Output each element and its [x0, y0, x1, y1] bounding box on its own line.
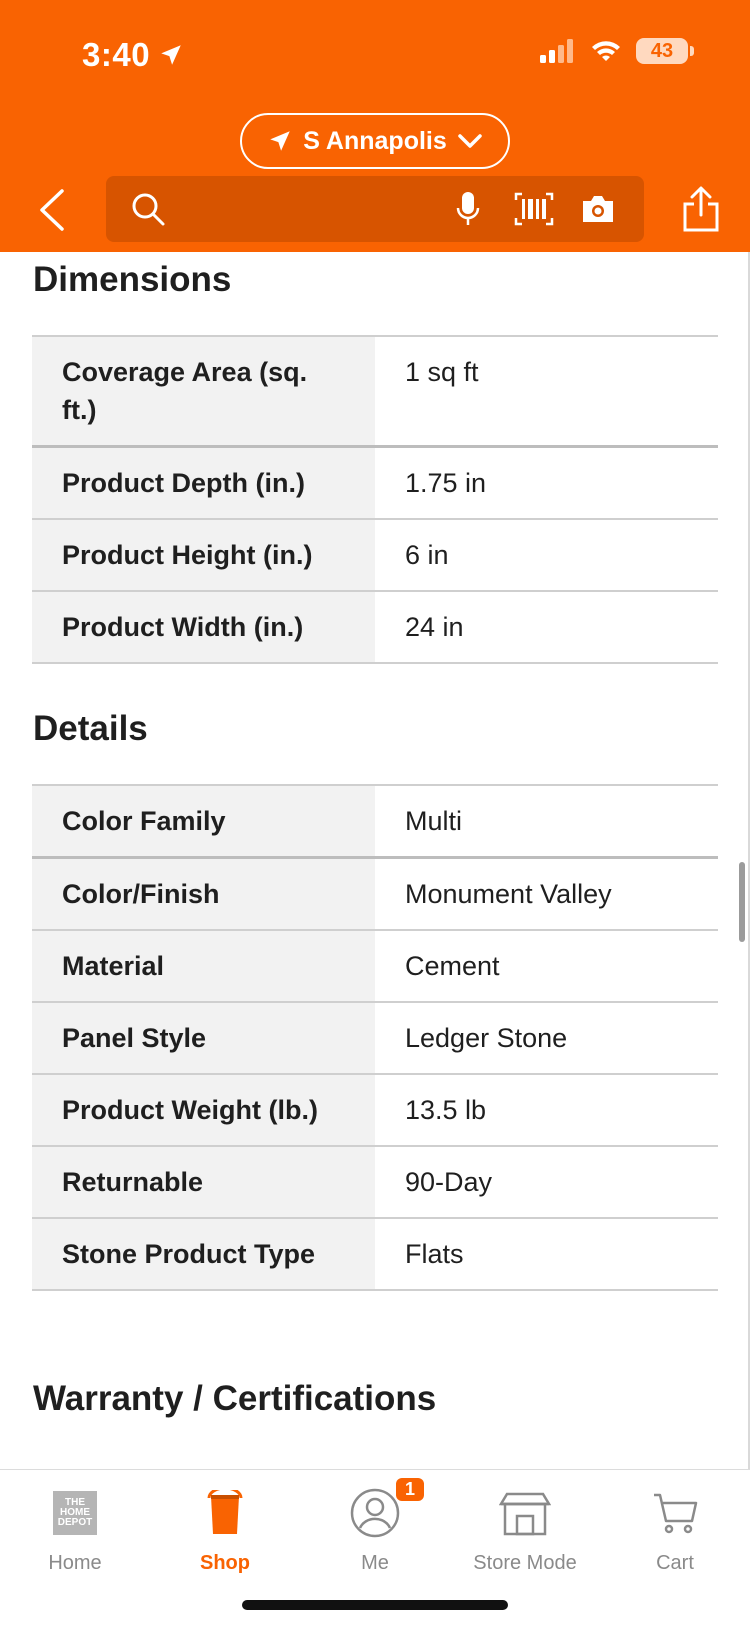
location-arrow-icon: [161, 45, 181, 65]
battery-indicator: 43: [636, 38, 694, 64]
table-row: Color/Finish Monument Valley: [32, 859, 718, 931]
share-button[interactable]: [682, 186, 720, 237]
spec-label: Coverage Area (sq. ft.): [32, 337, 375, 445]
user-icon: 1: [350, 1478, 424, 1542]
section-title-warranty: Warranty / Certifications: [33, 1379, 437, 1418]
spec-value: 90-Day: [405, 1167, 493, 1197]
spec-value: Monument Valley: [405, 879, 612, 909]
spec-value: 6 in: [405, 540, 449, 570]
back-button[interactable]: [30, 185, 74, 235]
signal-icon: [540, 39, 573, 63]
nav-item-cart[interactable]: Cart: [600, 1484, 750, 1575]
spec-label: Product Depth (in.): [32, 448, 375, 518]
cart-icon: [652, 1484, 698, 1542]
details-table: Color Family Multi Color/Finish Monument…: [32, 784, 718, 1291]
nav-item-store-mode[interactable]: Store Mode: [450, 1484, 600, 1575]
chevron-left-icon: [40, 189, 64, 231]
search-input[interactable]: [176, 186, 536, 232]
spec-value: Multi: [405, 806, 463, 836]
table-row: Material Cement: [32, 931, 718, 1003]
home-indicator[interactable]: [242, 1600, 508, 1610]
specifications-panel[interactable]: Dimensions Coverage Area (sq. ft.) 1 sq …: [0, 252, 750, 1469]
section-title-details: Details: [33, 709, 148, 748]
table-row: Product Depth (in.) 1.75 in: [32, 448, 718, 520]
spec-label: Color/Finish: [32, 859, 375, 929]
spec-label: Color Family: [32, 786, 375, 856]
spec-value: Cement: [405, 951, 500, 981]
spec-label: Stone Product Type: [32, 1219, 375, 1289]
nav-label-shop: Shop: [200, 1552, 250, 1574]
table-row: Color Family Multi: [32, 786, 718, 859]
spec-label: Returnable: [32, 1147, 375, 1217]
table-row: Returnable 90-Day: [32, 1147, 718, 1219]
microphone-icon[interactable]: [456, 191, 480, 227]
chevron-down-icon: [458, 134, 482, 148]
spec-label: Product Weight (lb.): [32, 1075, 375, 1145]
search-bar[interactable]: [106, 176, 644, 242]
status-time: 3:40: [82, 36, 184, 74]
app-header: 3:40 43 S Annapolis: [0, 0, 750, 252]
table-row: Product Height (in.) 6 in: [32, 520, 718, 592]
status-indicators: 43: [540, 38, 694, 64]
home-depot-logo-icon: THE HOME DEPOT: [53, 1484, 97, 1542]
barcode-scanner-icon[interactable]: [514, 192, 554, 226]
nav-label-cart: Cart: [656, 1552, 694, 1574]
spec-label: Product Height (in.): [32, 520, 375, 590]
search-icon: [132, 193, 165, 226]
camera-icon[interactable]: [580, 194, 616, 224]
home-depot-logo: THE HOME DEPOT: [53, 1491, 97, 1535]
nav-label-me: Me: [361, 1552, 389, 1574]
store-selector[interactable]: S Annapolis: [240, 113, 510, 169]
table-row: Product Width (in.) 24 in: [32, 592, 718, 664]
nav-item-home[interactable]: THE HOME DEPOT Home: [0, 1484, 150, 1575]
nav-item-me[interactable]: 1 Me: [300, 1478, 450, 1575]
store-name: S Annapolis: [303, 126, 447, 155]
store-icon: [499, 1484, 551, 1542]
spec-label: Material: [32, 931, 375, 1001]
nav-label-home: Home: [48, 1552, 102, 1574]
share-icon: [683, 186, 719, 232]
table-row: Stone Product Type Flats: [32, 1219, 718, 1291]
scrollbar[interactable]: [739, 862, 745, 942]
spec-value: 13.5 lb: [405, 1095, 487, 1125]
spec-value: 24 in: [405, 612, 464, 642]
spec-value: Ledger Stone: [405, 1023, 568, 1053]
paint-bucket-icon: [203, 1484, 247, 1542]
spec-value: 1 sq ft: [405, 357, 479, 387]
notification-badge: 1: [395, 1478, 424, 1501]
wifi-icon: [592, 41, 620, 61]
spec-label: Product Width (in.): [32, 592, 375, 662]
table-row: Product Weight (lb.) 13.5 lb: [32, 1075, 718, 1147]
table-row: Panel Style Ledger Stone: [32, 1003, 718, 1075]
location-arrow-icon: [270, 131, 290, 151]
spec-value: 1.75 in: [405, 468, 487, 498]
nav-item-shop[interactable]: Shop: [150, 1484, 300, 1575]
spec-value: Flats: [405, 1239, 464, 1269]
nav-label-store-mode: Store Mode: [473, 1552, 577, 1574]
spec-label: Panel Style: [32, 1003, 375, 1073]
section-title-dimensions: Dimensions: [33, 260, 232, 299]
table-row: Coverage Area (sq. ft.) 1 sq ft: [32, 337, 718, 448]
dimensions-table: Coverage Area (sq. ft.) 1 sq ft Product …: [32, 335, 718, 664]
